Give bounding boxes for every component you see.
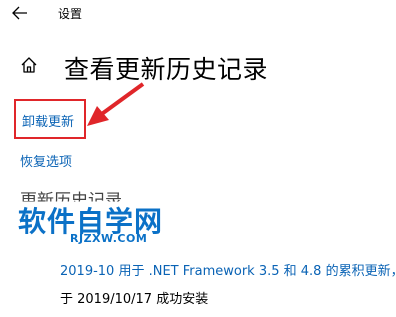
annotation-highlight-box <box>14 99 86 139</box>
update-entry-link[interactable]: 2019-10 用于 .NET Framework 3.5 和 4.8 的累积更… <box>60 260 396 279</box>
annotation-arrow-icon <box>87 82 145 126</box>
update-install-status: 于 2019/10/17 成功安装 <box>60 292 209 307</box>
back-arrow-icon[interactable] <box>12 6 28 20</box>
watermark-url: RJZXW.COM <box>70 232 148 245</box>
watermark: 软件自学网 RJZXW.COM <box>18 200 178 250</box>
page-title: 查看更新历史记录 <box>64 55 269 84</box>
title-bar: 设置 <box>0 0 396 28</box>
recovery-options-link[interactable]: 恢复选项 <box>20 151 72 170</box>
home-icon[interactable] <box>20 56 38 74</box>
app-title: 设置 <box>58 7 83 21</box>
